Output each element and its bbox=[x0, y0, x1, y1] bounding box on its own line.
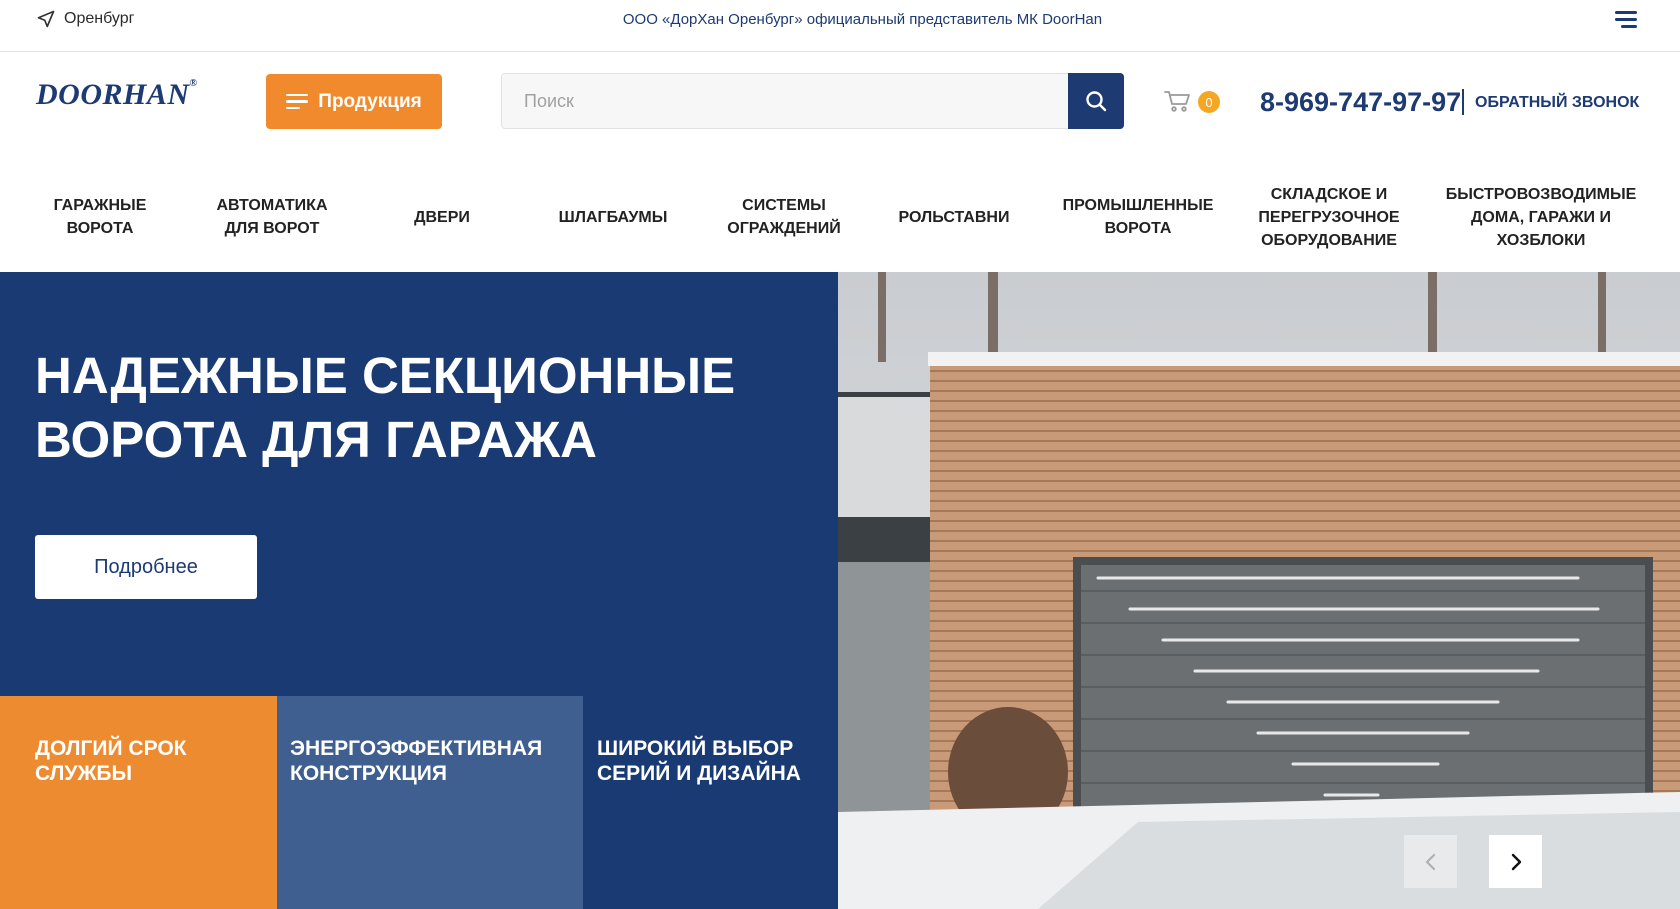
nav-item-garage-doors[interactable]: ГАРАЖНЫЕ ВОРОТА bbox=[36, 162, 164, 272]
slider-next-button[interactable] bbox=[1489, 835, 1542, 888]
callback-link[interactable]: ОБРАТНЫЙ ЗВОНОК bbox=[1475, 94, 1639, 112]
nav-item-warehouse-equipment[interactable]: СКЛАДСКОЕ И ПЕРЕГРУЗОЧНОЕ ОБОРУДОВАНИЕ bbox=[1250, 162, 1408, 272]
cart-button[interactable]: 0 bbox=[1164, 88, 1220, 114]
learn-more-button[interactable]: Подробнее bbox=[35, 535, 257, 599]
feature-wide-choice: ШИРОКИЙ ВЫБОР СЕРИЙ И ДИЗАЙНА bbox=[583, 696, 838, 909]
header: DOORHAN® Продукция 0 8-969-747-97-97 ОБР… bbox=[0, 52, 1680, 152]
feature-energy-efficient: ЭНЕРГОЭФФЕКТИВНАЯ КОНСТРУКЦИЯ bbox=[277, 696, 583, 909]
hero-panel: НАДЕЖНЫЕ СЕКЦИОННЫЕ ВОРОТА ДЛЯ ГАРАЖА По… bbox=[0, 272, 838, 696]
nav-item-fencing[interactable]: СИСТЕМЫ ОГРАЖДЕНИЙ bbox=[718, 162, 850, 272]
nav-item-doors[interactable]: ДВЕРИ bbox=[392, 162, 492, 272]
search-button[interactable] bbox=[1068, 73, 1124, 129]
nav-item-roller-shutters[interactable]: РОЛЬСТАВНИ bbox=[886, 162, 1022, 272]
products-button-label: Продукция bbox=[318, 90, 422, 112]
garage-illustration bbox=[838, 272, 1680, 909]
products-button[interactable]: Продукция bbox=[266, 74, 442, 129]
search-icon bbox=[1086, 91, 1107, 112]
slider-prev-button[interactable] bbox=[1404, 835, 1457, 888]
nav-item-prefab-buildings[interactable]: БЫСТРОВОЗВОДИМЫЕ ДОМА, ГАРАЖИ И ХОЗБЛОКИ bbox=[1438, 162, 1644, 272]
cart-icon bbox=[1164, 91, 1190, 112]
hero-title: НАДЕЖНЫЕ СЕКЦИОННЫЕ ВОРОТА ДЛЯ ГАРАЖА bbox=[35, 347, 736, 468]
phone-number[interactable]: 8-969-747-97-97 bbox=[1260, 87, 1461, 118]
company-tagline: ООО «ДорХан Оренбург» официальный предст… bbox=[622, 11, 1103, 28]
main-nav: ГАРАЖНЫЕ ВОРОТА АВТОМАТИКА ДЛЯ ВОРОТ ДВЕ… bbox=[0, 162, 1680, 272]
top-bar: Оренбург ООО «ДорХан Оренбург» официальн… bbox=[0, 0, 1680, 52]
nav-item-barriers[interactable]: ШЛАГБАУМЫ bbox=[545, 162, 681, 272]
hero-image-garage bbox=[838, 272, 1680, 909]
divider bbox=[1462, 89, 1464, 115]
chevron-left-icon bbox=[1425, 853, 1435, 870]
chevron-right-icon bbox=[1511, 853, 1521, 870]
nav-item-automation[interactable]: АВТОМАТИКА ДЛЯ ВОРОТ bbox=[206, 162, 338, 272]
menu-lines-icon bbox=[286, 93, 309, 110]
doorhan-logo[interactable]: DOORHAN® bbox=[36, 78, 198, 112]
cart-count-badge: 0 bbox=[1198, 91, 1220, 113]
hamburger-menu-icon[interactable] bbox=[1615, 11, 1637, 29]
feature-durability: ДОЛГИЙ СРОК СЛУЖБЫ bbox=[0, 696, 277, 909]
nav-item-industrial-doors[interactable]: ПРОМЫШЛЕННЫЕ ВОРОТА bbox=[1056, 162, 1220, 272]
search-bar bbox=[501, 73, 1124, 129]
search-input[interactable] bbox=[502, 74, 1070, 128]
